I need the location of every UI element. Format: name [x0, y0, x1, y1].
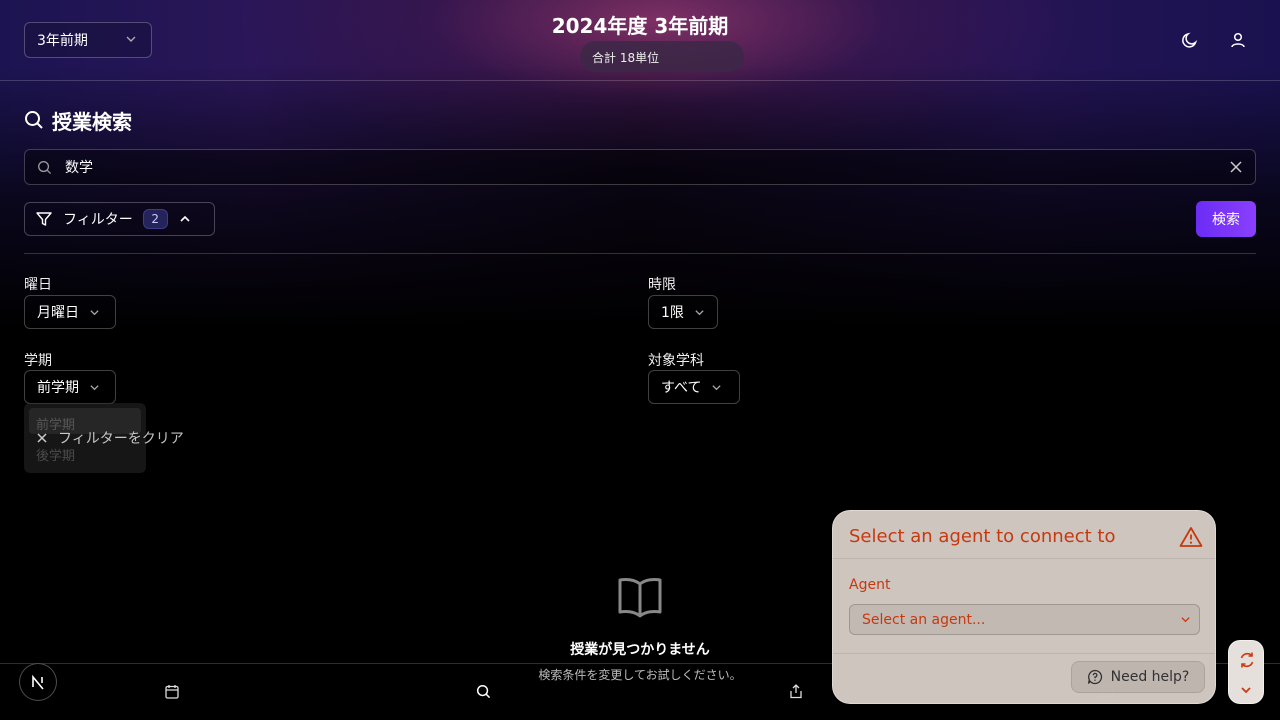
agent-label: Agent	[849, 577, 891, 593]
agent-panel-title: Select an agent to connect to	[849, 526, 1116, 547]
clear-filters-label: フィルターをクリア	[58, 431, 184, 447]
semester-label: 学期	[24, 353, 52, 369]
search-query: 数学	[65, 160, 93, 176]
filter-icon	[36, 212, 52, 226]
semester-select[interactable]: 前学期	[24, 370, 116, 404]
chevron-down-icon	[90, 309, 99, 315]
need-help-button[interactable]: Need help?	[1071, 661, 1205, 693]
period-label: 時限	[648, 277, 676, 293]
filter-toggle-button[interactable]: フィルター 2	[24, 202, 215, 236]
close-icon	[37, 433, 47, 443]
clear-filters-button[interactable]: フィルターをクリア	[36, 428, 184, 448]
book-open-icon	[618, 578, 662, 618]
search-icon[interactable]	[476, 684, 491, 699]
period-select[interactable]: 1限	[648, 295, 718, 329]
period-select-value: 1限	[661, 305, 684, 321]
day-select-value: 月曜日	[37, 305, 79, 321]
user-icon[interactable]	[1228, 30, 1248, 50]
clear-search-icon[interactable]	[1229, 160, 1243, 174]
day-label: 曜日	[24, 277, 52, 293]
panel-divider	[833, 653, 1215, 654]
credits-badge: 合計 18単位	[580, 41, 744, 72]
panel-divider	[833, 558, 1215, 559]
department-select[interactable]: すべて	[648, 370, 740, 404]
search-input[interactable]: 数学	[24, 149, 1256, 185]
search-icon	[25, 111, 43, 129]
app-header: 3年前期 2024年度 3年前期 合計 18単位	[0, 0, 1280, 81]
page-title: 2024年度 3年前期	[551, 14, 729, 38]
warning-icon	[1179, 527, 1203, 547]
n-letter-icon	[32, 674, 44, 690]
section-title: 授業検索	[24, 106, 132, 134]
chevron-down-icon	[712, 384, 722, 390]
chevron-down-icon	[1181, 617, 1190, 623]
agent-side-controls	[1228, 640, 1264, 704]
chevron-down-icon	[90, 384, 99, 390]
chevron-down-icon[interactable]	[1239, 683, 1253, 697]
search-icon	[38, 161, 52, 175]
help-chat-icon	[1087, 669, 1102, 685]
search-button[interactable]: 検索	[1196, 201, 1256, 237]
filter-count-badge: 2	[142, 209, 168, 229]
divider	[24, 253, 1256, 254]
section-title-label: 授業検索	[52, 109, 132, 134]
department-select-value: すべて	[661, 380, 702, 396]
agent-connect-panel: Select an agent to connect to Agent Sele…	[832, 510, 1216, 704]
calendar-icon[interactable]	[165, 684, 179, 699]
share-icon[interactable]	[789, 684, 803, 699]
day-select[interactable]: 月曜日	[24, 295, 116, 329]
semester-select-value: 前学期	[37, 380, 79, 396]
filter-label: フィルター	[63, 212, 133, 228]
moon-icon[interactable]	[1180, 30, 1200, 50]
refresh-icon[interactable]	[1238, 651, 1256, 669]
chevron-down-icon	[695, 309, 704, 315]
need-help-label: Need help?	[1110, 669, 1190, 685]
department-label: 対象学科	[648, 353, 704, 369]
agent-select-placeholder: Select an agent...	[862, 612, 986, 628]
nextjs-logo-icon[interactable]	[19, 663, 57, 701]
chevron-up-icon	[180, 215, 190, 222]
agent-select[interactable]: Select an agent...	[849, 604, 1200, 635]
